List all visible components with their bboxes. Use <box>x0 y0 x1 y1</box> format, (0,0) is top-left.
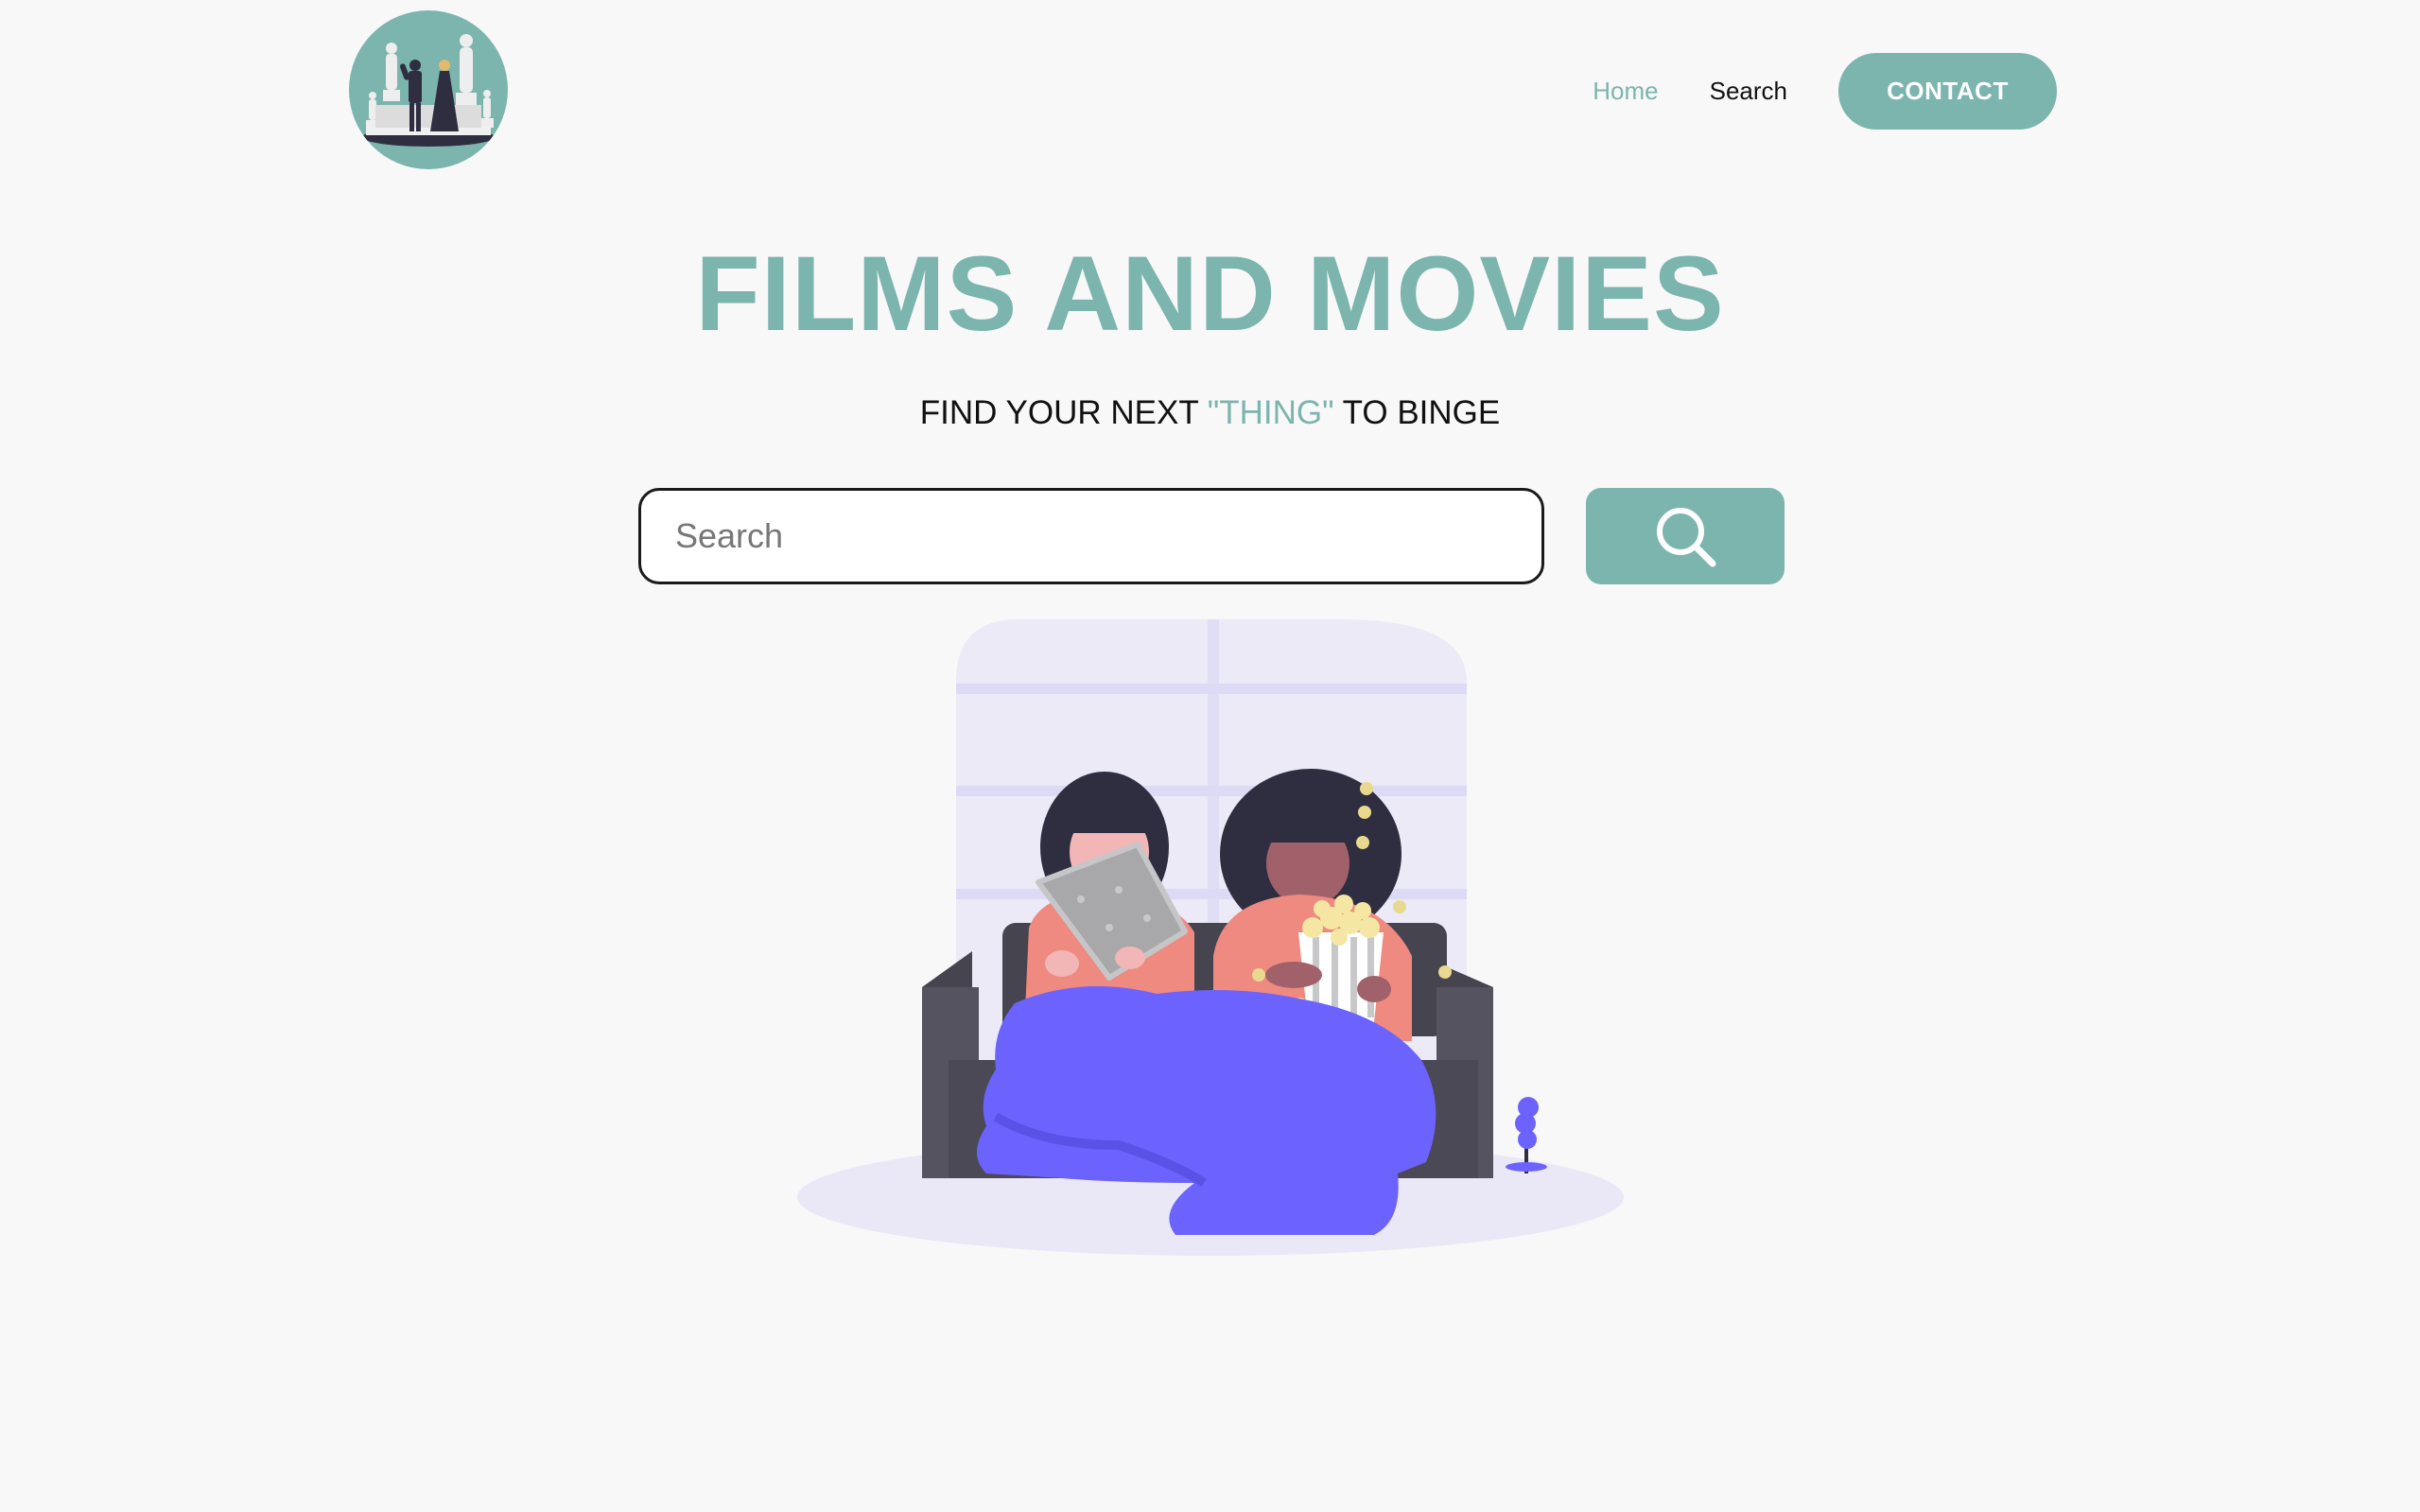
oscar-statues-logo-icon <box>362 34 495 147</box>
page-subtitle: FIND YOUR NEXT "THING" TO BINGE <box>0 396 2420 429</box>
page: Home Search CONTACT FILMS AND MOVIES FIN… <box>0 0 2420 1512</box>
main-nav: Home Search CONTACT <box>1593 53 2057 130</box>
couch-binge-watching-illustration-icon <box>797 619 1624 1256</box>
nav-home-link[interactable]: Home <box>1593 77 1658 106</box>
subtitle-text-end: TO BINGE <box>1333 394 1501 431</box>
page-title: FILMS AND MOVIES <box>695 235 1725 353</box>
contact-button[interactable]: CONTACT <box>1838 53 2057 130</box>
subtitle-text-start: FIND YOUR NEXT <box>919 394 1208 431</box>
search-icon <box>1657 508 1716 567</box>
search-button[interactable] <box>1586 488 1785 584</box>
nav-search-link[interactable]: Search <box>1710 77 1787 106</box>
hero-illustration <box>797 616 1625 1262</box>
search-input[interactable] <box>638 488 1544 584</box>
site-logo[interactable] <box>349 10 508 169</box>
subtitle-accent-text: "THING" <box>1207 394 1334 431</box>
